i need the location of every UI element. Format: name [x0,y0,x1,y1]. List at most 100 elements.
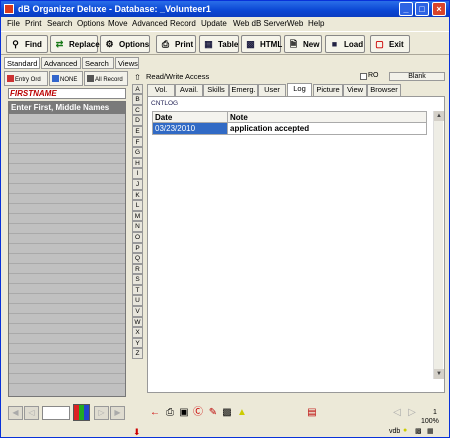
list-item[interactable] [9,174,125,184]
tab-search[interactable]: Search [82,57,114,69]
column-date[interactable]: Date [155,113,172,122]
alpha-l[interactable]: L [132,200,143,211]
document-icon[interactable]: ▤ [306,407,318,420]
scroll-up-arrow-icon[interactable]: ▲ [434,111,444,121]
blank-button[interactable]: Blank [389,72,445,81]
list-item[interactable] [9,264,125,274]
list-item[interactable] [9,334,125,344]
down-arrow-icon[interactable]: ⬇ [133,427,141,438]
tab-standard[interactable]: Standard [4,57,40,69]
menu-move[interactable]: Move [108,19,128,28]
cell-date[interactable]: 03/23/2010 [153,123,227,134]
menu-advanced[interactable]: Advanced [132,19,168,28]
scroll-up-icon[interactable]: ⇧ [132,73,143,84]
maximize-button[interactable]: □ [415,2,429,16]
index-none-button[interactable]: NONE [49,71,83,86]
scroll-down-arrow-icon[interactable]: ▼ [434,369,444,379]
table-row[interactable]: 03/23/2010 application accepted [152,123,427,135]
alpha-i[interactable]: I [132,168,143,179]
find-button[interactable]: ⚲ Find [6,35,48,53]
alpha-x[interactable]: X [132,327,143,338]
next-record-button[interactable]: ▷ [94,406,109,420]
list-item[interactable] [9,184,125,194]
lightbulb-icon[interactable]: ▲ [236,407,248,420]
alpha-d[interactable]: D [132,115,143,126]
alpha-j[interactable]: J [132,178,143,190]
back-arrow-icon[interactable]: ← [149,407,161,420]
print-button[interactable]: ⎙ Print [156,35,196,53]
alpha-e[interactable]: E [132,125,143,137]
next-page-icon[interactable]: ▷ [406,407,418,420]
list-item[interactable] [9,124,125,134]
list-item[interactable] [9,154,125,164]
alpha-y[interactable]: Y [132,337,143,349]
alpha-u[interactable]: U [132,295,143,307]
tab-user[interactable]: User [258,84,286,96]
list-item[interactable] [9,374,125,384]
tab-vol[interactable]: Vol. [147,84,175,96]
lock-icon[interactable]: ▩ [221,407,233,420]
tab-views[interactable]: Views [115,57,139,69]
list-item[interactable] [9,204,125,214]
ro-checkbox[interactable] [360,73,367,80]
list-item[interactable] [9,284,125,294]
tab-emerg[interactable]: Emerg. [229,84,258,96]
record-list[interactable]: Enter First, Middle Names [8,101,126,397]
title-bar[interactable]: dB Organizer Deluxe - Database: _Volunte… [1,1,449,17]
alpha-o[interactable]: O [132,231,143,243]
delete-icon[interactable]: ▣ [178,407,190,420]
alpha-b[interactable]: B [132,94,143,105]
menu-help[interactable]: Help [308,19,324,28]
html-button[interactable]: ▩ HTML [241,35,282,53]
list-item[interactable] [9,214,125,224]
list-item[interactable] [9,194,125,204]
tab-skills[interactable]: Skills [203,84,229,96]
last-record-button[interactable]: ▶ [110,406,125,420]
first-record-button[interactable]: ◀ [8,406,23,420]
tab-advanced[interactable]: Advanced [41,57,81,69]
all-records-button[interactable]: All Record [84,71,128,86]
exit-button[interactable]: ▢ Exit [370,35,410,53]
alpha-g[interactable]: G [132,147,143,158]
alpha-v[interactable]: V [132,306,143,317]
tab-picture[interactable]: Picture [313,84,343,96]
menu-web-db-server[interactable]: Web dB Server [233,19,287,28]
menu-file[interactable]: File [7,19,20,28]
list-item[interactable] [9,134,125,144]
log-scrollbar[interactable]: ▲ ▼ [433,111,444,379]
alpha-z[interactable]: Z [132,348,143,360]
minimize-button[interactable]: _ [399,2,413,16]
alpha-a[interactable]: A [132,83,143,95]
alpha-n[interactable]: N [132,221,143,232]
column-note[interactable]: Note [230,113,248,122]
log-grid[interactable]: Date Note 03/23/2010 application accepte… [152,111,427,135]
alpha-c[interactable]: C [132,104,143,116]
list-item[interactable] [9,344,125,354]
list-item[interactable] [9,114,125,124]
tab-browser[interactable]: Browser [367,84,401,96]
alpha-p[interactable]: P [132,242,143,254]
alpha-m[interactable]: M [132,210,143,222]
list-item[interactable] [9,294,125,304]
load-button[interactable]: ■ Load [325,35,365,53]
list-item[interactable] [9,254,125,264]
menu-options[interactable]: Options [77,19,105,28]
list-item[interactable] [9,314,125,324]
alpha-w[interactable]: W [132,316,143,328]
menu-record[interactable]: Record [170,19,196,28]
options-button[interactable]: ⚙ Options [100,35,150,53]
list-item[interactable] [9,274,125,284]
replace-button[interactable]: ⇄ Replace [50,35,100,53]
list-item[interactable] [9,244,125,254]
alpha-f[interactable]: F [132,136,143,148]
prev-record-button[interactable]: ◁ [24,406,39,420]
menu-print[interactable]: Print [25,19,41,28]
tab-avail[interactable]: Avail. [175,84,203,96]
alpha-q[interactable]: Q [132,253,143,264]
tab-log[interactable]: Log [287,83,312,96]
menu-search[interactable]: Search [47,19,72,28]
alpha-s[interactable]: S [132,274,143,285]
list-item[interactable] [9,324,125,334]
entry-order-button[interactable]: Entry Ord [4,71,48,86]
alpha-r[interactable]: R [132,263,143,275]
